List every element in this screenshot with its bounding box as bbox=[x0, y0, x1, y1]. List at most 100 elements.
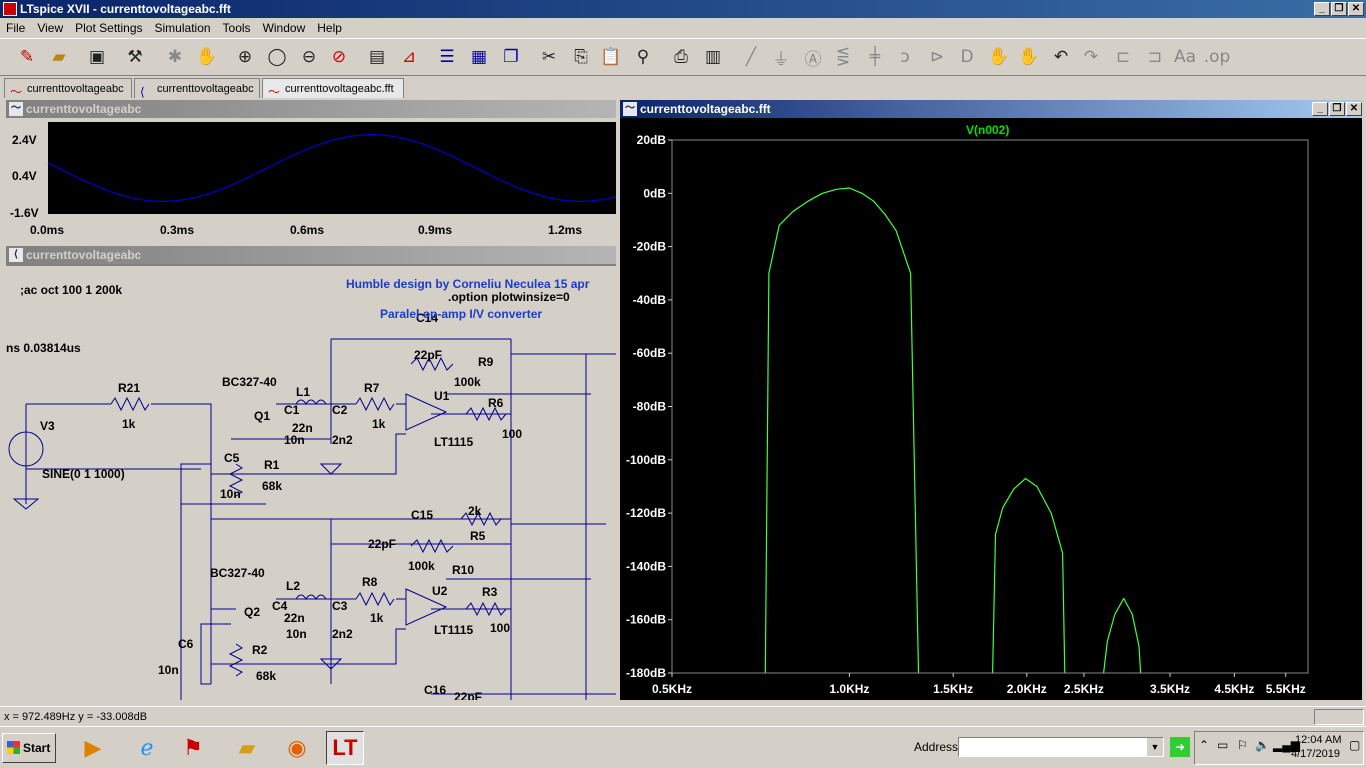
tile-vertical-icon[interactable]: ▦ bbox=[466, 44, 492, 70]
start-button[interactable]: Start bbox=[2, 733, 56, 763]
file-explorer-icon[interactable]: ▰ bbox=[228, 731, 266, 765]
fft-restore-button[interactable]: ❐ bbox=[1329, 102, 1345, 116]
schematic-label: 22pF bbox=[414, 348, 442, 362]
go-arrow-icon[interactable]: ➜ bbox=[1170, 737, 1190, 757]
component-icon[interactable]: D bbox=[954, 44, 980, 70]
menu-tools[interactable]: Tools bbox=[217, 18, 257, 38]
capacitor-icon[interactable]: ╪ bbox=[862, 44, 888, 70]
tab-label: currenttovoltageabc bbox=[27, 83, 124, 95]
media-player-icon[interactable]: ▶ bbox=[74, 731, 112, 765]
cascade-icon[interactable]: ❐ bbox=[498, 44, 524, 70]
tab-fft[interactable]: 〜 currenttovoltageabc.fft bbox=[262, 78, 404, 99]
schematic-label: C6 bbox=[178, 637, 194, 651]
fft-minimize-button[interactable]: _ bbox=[1312, 102, 1328, 116]
fft-close-button[interactable]: ✕ bbox=[1346, 102, 1362, 116]
y-tick-label: -100dB bbox=[626, 453, 666, 467]
firefox-icon[interactable]: ◉ bbox=[278, 731, 316, 765]
run-icon[interactable]: ✱ bbox=[162, 44, 188, 70]
menu-simulation[interactable]: Simulation bbox=[149, 18, 217, 38]
security-icon[interactable]: ⚐ bbox=[1237, 738, 1248, 752]
menu-file[interactable]: File bbox=[0, 18, 31, 38]
find-icon[interactable]: ⚲ bbox=[630, 44, 656, 70]
volume-icon[interactable]: 🔈 bbox=[1255, 738, 1270, 752]
schematic-label: R21 bbox=[118, 381, 140, 395]
undo-icon[interactable]: ↶ bbox=[1048, 44, 1074, 70]
diode-icon[interactable]: ⊳ bbox=[924, 44, 950, 70]
schematic-label: U1 bbox=[434, 389, 450, 403]
schematic-label: 10n bbox=[286, 627, 307, 641]
cut-icon[interactable]: ✂ bbox=[536, 44, 562, 70]
close-button[interactable]: ✕ bbox=[1348, 2, 1364, 16]
move-icon[interactable]: ✋ bbox=[986, 44, 1012, 70]
new-schematic-icon[interactable]: ✎ bbox=[14, 44, 40, 70]
resistor-icon[interactable]: ⋚ bbox=[830, 44, 856, 70]
schematic-label: C16 bbox=[424, 683, 446, 697]
schematic-label: C3 bbox=[332, 599, 348, 613]
y-tick-label: -40dB bbox=[633, 293, 667, 307]
acrobat-icon[interactable]: ⚑ bbox=[174, 731, 212, 765]
rotate-icon[interactable]: ⊏ bbox=[1110, 44, 1136, 70]
waveform-icon: 〜 bbox=[623, 102, 637, 116]
x-tick-label: 0.5KHz bbox=[652, 682, 692, 696]
trace-label[interactable]: V(n002) bbox=[966, 123, 1009, 137]
schematic-canvas[interactable]: C1422pF R9100kR211kBC327-40L1 R71kU1 R6100Q… bbox=[6, 264, 618, 702]
fft-plot-window: 〜 currenttovoltageabc.fft _ ❐ ✕ V(n002) 2… bbox=[618, 98, 1364, 702]
y-tick-label: 0dB bbox=[643, 186, 666, 200]
schematic-label: 22pF bbox=[368, 537, 396, 551]
tile-horizontal-icon[interactable]: ☰ bbox=[434, 44, 460, 70]
spice-directive-icon[interactable]: .op bbox=[1204, 44, 1231, 70]
menu-view[interactable]: View bbox=[31, 18, 69, 38]
time-plot-canvas[interactable]: 2.4V 0.4V -1.6V 0.0ms 0.3ms 0.6ms 0.9ms … bbox=[6, 118, 616, 238]
label-net-icon[interactable]: Ⓐ bbox=[800, 44, 826, 70]
redo-icon[interactable]: ↷ bbox=[1078, 44, 1104, 70]
fft-plot-canvas[interactable]: V(n002) 20dB 0dB -20dB -40dB -60dB -80dB -100d… bbox=[620, 118, 1362, 700]
taskbar: Start ▶ ℯ ⚑ ▰ ◉ LT Address ▼ ➜ ⌃ ▭ ⚐ 🔈 ▂… bbox=[0, 726, 1366, 768]
pan-icon[interactable]: ◯ bbox=[264, 44, 290, 70]
wire-icon[interactable]: ╱ bbox=[738, 44, 764, 70]
paste-icon[interactable]: 📋 bbox=[598, 44, 624, 70]
schematic-label: 2k bbox=[468, 504, 482, 518]
print-setup-icon[interactable]: ▥ bbox=[700, 44, 726, 70]
tab-waveform-1[interactable]: 〜 currenttovoltageabc bbox=[4, 78, 132, 99]
copy-icon[interactable]: ⎘ bbox=[568, 44, 594, 70]
internet-explorer-icon[interactable]: ℯ bbox=[128, 731, 166, 765]
clock-time[interactable]: 12:04 AM bbox=[1295, 734, 1341, 746]
menu-plot-settings[interactable]: Plot Settings bbox=[69, 18, 148, 38]
schematic-label: R10 bbox=[452, 563, 474, 577]
tab-schematic[interactable]: ⟨ currenttovoltageabc bbox=[134, 78, 260, 99]
timestep-text: ns 0.03814us bbox=[6, 341, 81, 355]
schematic-caption: ⟨ currenttovoltageabc bbox=[6, 246, 616, 264]
ltspice-taskbar-icon[interactable]: LT bbox=[326, 731, 364, 765]
open-folder-icon[interactable]: ▰ bbox=[46, 44, 72, 70]
autorange-icon[interactable]: ▤ bbox=[364, 44, 390, 70]
halt-icon[interactable]: ✋ bbox=[194, 44, 220, 70]
clock-date[interactable]: 4/17/2019 bbox=[1291, 748, 1340, 760]
schematic-label: 100k bbox=[454, 375, 481, 389]
save-icon[interactable]: ▣ bbox=[84, 44, 110, 70]
network-icon[interactable]: ▭ bbox=[1217, 738, 1228, 752]
print-icon[interactable]: ⎙ bbox=[668, 44, 694, 70]
y-tick-label: -160dB bbox=[626, 613, 666, 627]
zoom-cancel-icon[interactable]: ⊘ bbox=[326, 44, 352, 70]
schematic-label: 100 bbox=[490, 621, 510, 635]
menu-help[interactable]: Help bbox=[311, 18, 348, 38]
schematic-label: 1k bbox=[372, 417, 386, 431]
text-icon[interactable]: Aa bbox=[1172, 44, 1198, 70]
menu-bar: File View Plot Settings Simulation Tools Wind… bbox=[0, 18, 1366, 38]
inductor-icon[interactable]: ↄ bbox=[892, 44, 918, 70]
address-input[interactable]: ▼ bbox=[958, 737, 1164, 757]
restore-button[interactable]: ❐ bbox=[1331, 2, 1347, 16]
control-panel-icon[interactable]: ⚒ bbox=[122, 44, 148, 70]
chevron-down-icon[interactable]: ▼ bbox=[1147, 738, 1163, 756]
ground-icon[interactable]: ⏚ bbox=[768, 44, 794, 70]
notification-icon[interactable]: ▢ bbox=[1349, 738, 1360, 752]
time-plot-window: 〜 currenttovoltageabc 2.4V 0.4V -1.6V 0.0… bbox=[4, 98, 618, 240]
minimize-button[interactable]: _ bbox=[1314, 2, 1330, 16]
tray-chevron-icon[interactable]: ⌃ bbox=[1199, 738, 1209, 752]
menu-window[interactable]: Window bbox=[257, 18, 312, 38]
zoom-in-icon[interactable]: ⊕ bbox=[232, 44, 258, 70]
drag-icon[interactable]: ✋ bbox=[1016, 44, 1042, 70]
mirror-icon[interactable]: ⊐ bbox=[1142, 44, 1168, 70]
zoom-out-icon[interactable]: ⊖ bbox=[296, 44, 322, 70]
fit-icon[interactable]: ⊿ bbox=[396, 44, 422, 70]
